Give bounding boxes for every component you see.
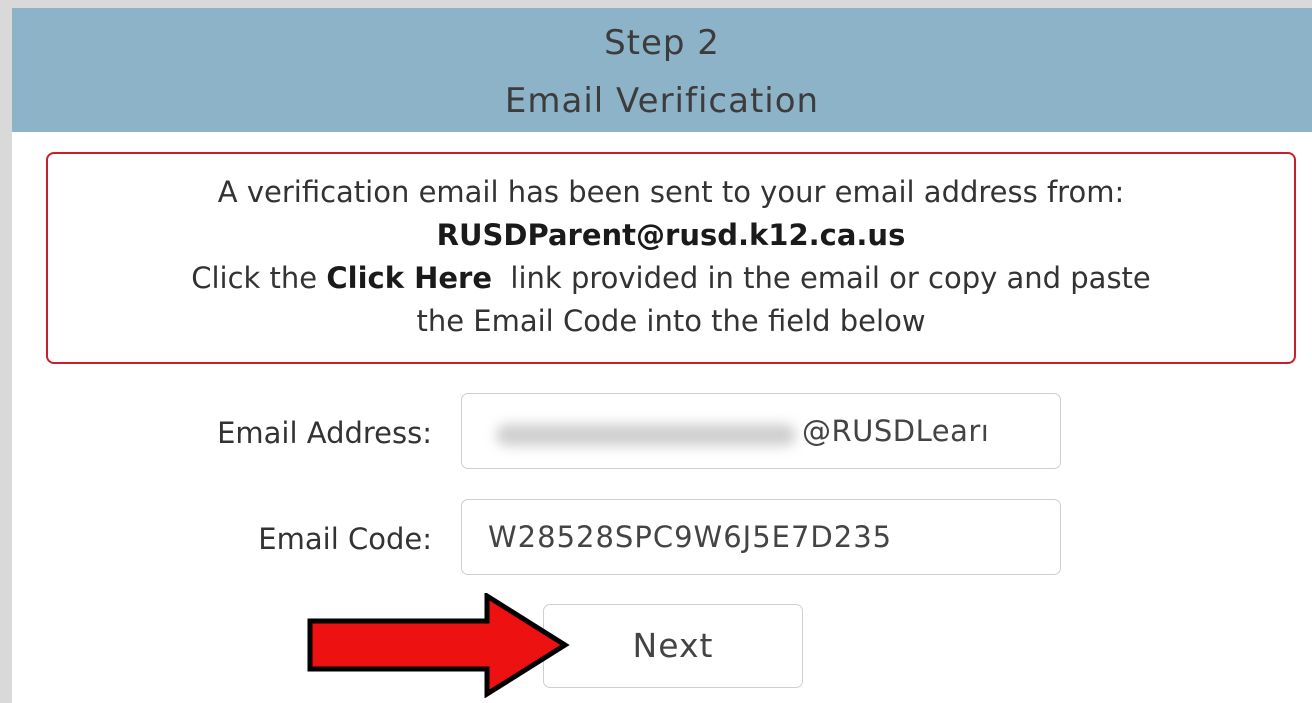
page-background: Step 2 Email Verification A verification… — [0, 0, 1312, 703]
notice-line-field: the Email Code into the field below — [416, 304, 926, 338]
verification-notice: A verification email has been sent to yo… — [46, 152, 1296, 364]
notice-instruction-line: Click the Click Here link provided in th… — [48, 257, 1294, 300]
email-code-value: W28528SPC9W6J5E7D235 — [488, 520, 893, 554]
notice-sender-line: RUSDParent@rusd.k12.ca.us — [48, 214, 1294, 257]
sender-email: RUSDParent@rusd.k12.ca.us — [436, 218, 906, 252]
verification-panel: Step 2 Email Verification A verification… — [12, 8, 1312, 703]
notice-line-sent: A verification email has been sent to yo… — [217, 175, 1125, 209]
click-here-text: Click Here — [326, 261, 492, 295]
instruction-prefix: Click the — [191, 261, 327, 295]
email-code-label: Email Code: — [258, 522, 432, 556]
step-number: Step 2 — [604, 23, 720, 63]
next-button[interactable]: Next — [543, 604, 803, 688]
email-address-value: @RUSDLearı — [802, 414, 990, 448]
redacted-email-username — [496, 424, 796, 446]
email-address-label: Email Address: — [217, 416, 432, 450]
step-title: Email Verification — [504, 81, 820, 121]
step-header: Step 2 Email Verification — [12, 8, 1312, 132]
email-code-field[interactable]: W28528SPC9W6J5E7D235 — [461, 499, 1061, 575]
instruction-suffix: link provided in the email or copy and p… — [492, 261, 1151, 295]
email-address-field[interactable]: @RUSDLearı — [461, 393, 1061, 469]
right-arrow-icon — [307, 593, 570, 698]
